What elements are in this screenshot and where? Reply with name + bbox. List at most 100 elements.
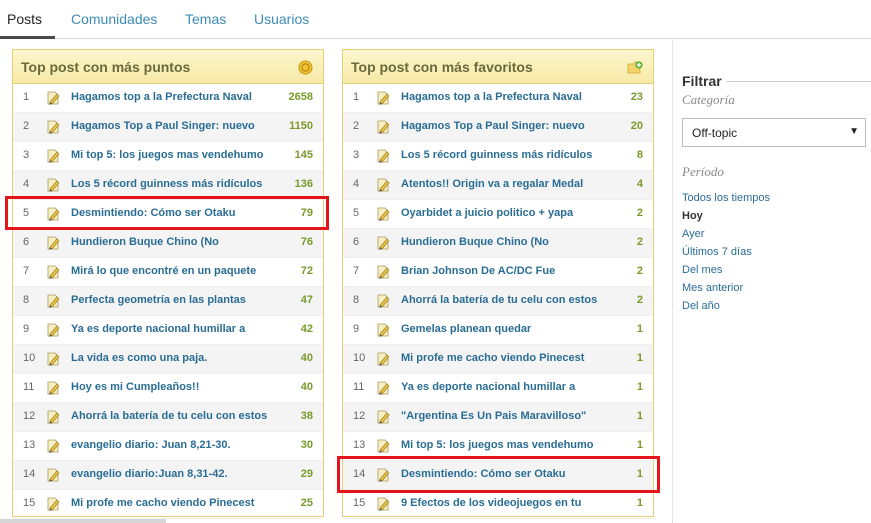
post-title-link[interactable]: Hoy es mi Cumpleaños!! xyxy=(71,381,199,393)
sidebar-separator xyxy=(672,40,673,523)
post-score: 1150 xyxy=(289,120,313,132)
list-item: 11 Ya es deporte nacional humillar a 1 xyxy=(343,374,653,403)
post-title-link[interactable]: Mi top 5: los juegos mas vendehumo xyxy=(71,149,264,161)
category-label: Categoría xyxy=(682,92,735,107)
list-item: 10 La vida es como una paja. 40 xyxy=(13,345,323,374)
post-title-link[interactable]: Gemelas planean quedar xyxy=(401,323,531,335)
post-score: 20 xyxy=(630,120,643,132)
period-option[interactable]: Mes anterior xyxy=(682,282,743,294)
period-option[interactable]: Todos los tiempos xyxy=(682,192,770,204)
post-title-link[interactable]: Los 5 récord guinness más ridículos xyxy=(401,149,592,161)
rank-number: 11 xyxy=(23,381,35,393)
highlight-box xyxy=(5,196,329,230)
list-item: 4 Atentos!! Origin va a regalar Medal 4 xyxy=(343,171,653,200)
rank-number: 6 xyxy=(23,236,30,248)
post-score: 2 xyxy=(636,236,643,248)
post-title-link[interactable]: Brian Johnson De AC/DC Fue xyxy=(401,265,555,277)
list-item: 5 Oyarbidet a juicio politico + yapa 2 xyxy=(343,200,653,229)
post-title-link[interactable]: Hagamos Top a Paul Singer: nuevo xyxy=(71,120,255,132)
post-icon xyxy=(376,206,391,227)
rank-number: 4 xyxy=(23,178,30,190)
post-icon xyxy=(376,264,391,285)
post-title-link[interactable]: Atentos!! Origin va a regalar Medal xyxy=(401,178,583,190)
post-title-link[interactable]: evangelio diario:Juan 8,31-42. xyxy=(71,468,228,480)
post-icon xyxy=(376,235,391,256)
top-tabs: Posts Comunidades Temas Usuarios xyxy=(0,0,871,39)
post-score: 1 xyxy=(636,497,643,509)
post-icon xyxy=(46,496,61,517)
filter-title-rule xyxy=(727,81,871,82)
post-score: 1 xyxy=(636,439,643,451)
post-icon xyxy=(46,235,61,256)
horizontal-scrollbar[interactable] xyxy=(0,519,166,523)
rank-number: 1 xyxy=(23,91,30,103)
post-list: 1 Hagamos top a la Prefectura Naval 23 2 Hag… xyxy=(343,84,653,519)
panel-top-points: Top post con más puntos 1 Hagamos top a l… xyxy=(12,49,324,519)
list-item: 12 Ahorrá la batería de tu celu con estos… xyxy=(13,403,323,432)
list-item: 1 Hagamos top a la Prefectura Naval 23 xyxy=(343,84,653,113)
tab-temas[interactable]: Temas xyxy=(185,11,226,27)
post-title-link[interactable]: La vida es como una paja. xyxy=(71,352,207,364)
post-icon xyxy=(46,177,61,198)
period-option[interactable]: Últimos 7 días xyxy=(682,246,752,258)
panel-header: Top post con más favoritos xyxy=(343,50,653,84)
post-title-link[interactable]: Ya es deporte nacional humillar a xyxy=(401,381,575,393)
post-icon xyxy=(46,90,61,111)
post-title-link[interactable]: 9 Efectos de los videojuegos en tu xyxy=(401,497,581,509)
period-option[interactable]: Del mes xyxy=(682,264,722,276)
post-score: 2 xyxy=(636,207,643,219)
post-title-link[interactable]: Perfecta geometría en las plantas xyxy=(71,294,246,306)
rank-number: 7 xyxy=(353,265,360,277)
rank-number: 2 xyxy=(23,120,30,132)
post-icon xyxy=(46,351,61,372)
post-score: 40 xyxy=(300,352,313,364)
rank-number: 8 xyxy=(353,294,360,306)
category-select-value: Off-topic xyxy=(692,126,738,140)
post-title-link[interactable]: Mi profe me cacho viendo Pinecest xyxy=(71,497,254,509)
post-title-link[interactable]: Hundieron Buque Chino (No xyxy=(401,236,549,248)
category-select[interactable]: Off-topic ▼ xyxy=(682,118,866,147)
active-tab-indicator xyxy=(0,36,55,39)
post-title-link[interactable]: Hagamos Top a Paul Singer: nuevo xyxy=(401,120,585,132)
post-icon xyxy=(46,380,61,401)
post-title-link[interactable]: Los 5 récord guinness más ridículos xyxy=(71,178,262,190)
add-favorite-icon xyxy=(627,60,643,80)
tab-posts[interactable]: Posts xyxy=(7,11,42,27)
period-option[interactable]: Ayer xyxy=(682,228,704,240)
post-score: 1 xyxy=(636,323,643,335)
post-title-link[interactable]: "Argentina Es Un Pais Maravilloso" xyxy=(401,410,586,422)
post-title-link[interactable]: Oyarbidet a juicio politico + yapa xyxy=(401,207,573,219)
list-item: 15 9 Efectos de los videojuegos en tu 1 xyxy=(343,490,653,519)
rank-number: 13 xyxy=(353,439,366,451)
post-title-link[interactable]: Hagamos top a la Prefectura Naval xyxy=(71,91,252,103)
post-title-link[interactable]: Ya es deporte nacional humillar a xyxy=(71,323,245,335)
post-title-link[interactable]: evangelio diario: Juan 8,21-30. xyxy=(71,439,231,451)
tab-usuarios[interactable]: Usuarios xyxy=(254,11,309,27)
post-title-link[interactable]: Hagamos top a la Prefectura Naval xyxy=(401,91,582,103)
tab-comunidades[interactable]: Comunidades xyxy=(71,11,157,27)
post-score: 23 xyxy=(630,91,643,103)
post-title-link[interactable]: Hundieron Buque Chino (No xyxy=(71,236,219,248)
post-title-link[interactable]: Ahorrá la batería de tu celu con estos xyxy=(71,410,267,422)
post-title-link[interactable]: Mi profe me cacho viendo Pinecest xyxy=(401,352,584,364)
post-list: 1 Hagamos top a la Prefectura Naval 2658 2 H… xyxy=(13,84,323,519)
rank-number: 9 xyxy=(23,323,30,335)
list-item: 9 Gemelas planean quedar 1 xyxy=(343,316,653,345)
post-title-link[interactable]: Ahorrá la batería de tu celu con estos xyxy=(401,294,597,306)
rank-number: 3 xyxy=(23,149,30,161)
list-item: 2 Hagamos Top a Paul Singer: nuevo 1150 xyxy=(13,113,323,142)
post-score: 25 xyxy=(300,497,313,509)
rank-number: 10 xyxy=(23,352,36,364)
panel-title: Top post con más puntos xyxy=(21,59,191,75)
post-score: 2 xyxy=(636,294,643,306)
post-score: 8 xyxy=(636,149,643,161)
post-title-link[interactable]: Mirá lo que encontré en un paquete xyxy=(71,265,256,277)
rank-number: 7 xyxy=(23,265,30,277)
post-score: 4 xyxy=(636,178,643,190)
rank-number: 8 xyxy=(23,294,30,306)
post-icon xyxy=(46,119,61,140)
period-option[interactable]: Del año xyxy=(682,300,720,312)
coin-icon xyxy=(298,60,313,80)
list-item: 9 Ya es deporte nacional humillar a 42 xyxy=(13,316,323,345)
post-title-link[interactable]: Mi top 5: los juegos mas vendehumo xyxy=(401,439,594,451)
